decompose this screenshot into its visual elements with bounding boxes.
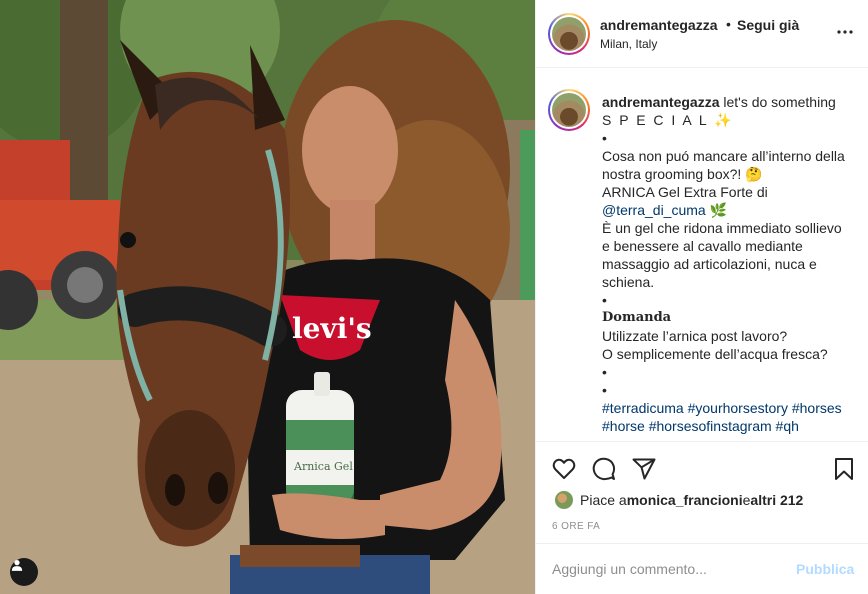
caption-line: S P E C I A L ✨ xyxy=(602,112,734,128)
hashtag-links[interactable]: #terradicuma #yourhorsestory #horses xyxy=(602,399,860,417)
caption-line: nostra grooming box?! 🤔 xyxy=(602,166,763,182)
like-button[interactable] xyxy=(551,456,577,482)
header-separator: • xyxy=(726,16,731,32)
post-timestamp[interactable]: 6 ORE FA xyxy=(552,521,600,532)
user-tag-icon xyxy=(11,560,23,571)
comment-button[interactable] xyxy=(591,456,617,482)
caption-text: andremantegazza let's do something S P E… xyxy=(602,93,860,435)
bottle-label-text: Arnica Gel xyxy=(293,460,353,473)
photo-illustration: levi's Arnica Gel xyxy=(0,0,535,594)
caption-line: • xyxy=(602,364,607,380)
caption-line: • xyxy=(602,292,607,308)
share-button[interactable] xyxy=(631,456,657,482)
user-tag-button[interactable] xyxy=(10,558,38,586)
caption-section: andremantegazza let's do something S P E… xyxy=(536,69,868,441)
caption-username[interactable]: andremantegazza xyxy=(602,94,719,110)
hashtag-links[interactable]: #horse #horsesofinstagram #qh xyxy=(602,417,860,435)
likes-summary: Piace a monica_francioni e altri 212 xyxy=(554,490,803,510)
caption-heading: Domanda xyxy=(602,310,672,325)
likes-middle: e xyxy=(742,492,751,508)
mention-link[interactable]: @terra_di_cuma 🌿 xyxy=(602,201,860,219)
send-icon xyxy=(632,458,656,480)
caption-line: • xyxy=(602,382,607,398)
likes-prefix: Piace a xyxy=(580,492,627,508)
caption-avatar[interactable] xyxy=(548,89,590,131)
caption-line: e benessere al cavallo mediante xyxy=(602,238,803,254)
caption-line: schiena. xyxy=(602,274,655,290)
publish-button[interactable]: Pubblica xyxy=(796,561,854,577)
shirt-logo-text: levi's xyxy=(292,312,372,345)
caption-line: ARNICA Gel Extra Forte di xyxy=(602,184,768,200)
comment-icon xyxy=(592,457,616,481)
comment-input[interactable] xyxy=(552,561,782,577)
comment-box: Pubblica xyxy=(536,543,868,594)
author-avatar[interactable] xyxy=(548,13,590,55)
post-sidebar: andremantegazza • Segui già Milan, Italy… xyxy=(535,0,868,594)
more-options-button[interactable] xyxy=(835,22,855,42)
heart-icon xyxy=(552,458,576,479)
caption-line-1: andremantegazza let's do something xyxy=(602,94,836,110)
action-bar: Piace a monica_francioni e altri 212 6 O… xyxy=(536,441,868,543)
location-link[interactable]: Milan, Italy xyxy=(600,37,657,51)
liker-avatar[interactable] xyxy=(554,490,574,510)
liker-username[interactable]: monica_francioni xyxy=(627,492,743,508)
caption-line: O semplicemente dell’acqua fresca? xyxy=(602,346,828,362)
post-header: andremantegazza • Segui già Milan, Italy xyxy=(536,0,868,68)
author-username[interactable]: andremantegazza xyxy=(600,17,717,33)
caption-line: • xyxy=(602,130,607,146)
caption-line: massaggio ad articolazioni, nuca e xyxy=(602,256,817,272)
follow-button[interactable]: Segui già xyxy=(737,17,799,33)
bookmark-icon xyxy=(835,458,853,480)
likes-others[interactable]: altri 212 xyxy=(750,492,803,508)
caption-line: È un gel che ridona immediato sollievo xyxy=(602,220,842,236)
save-button[interactable] xyxy=(831,456,857,482)
post-photo[interactable]: levi's Arnica Gel xyxy=(0,0,535,594)
caption-line: Cosa non puó mancare all’interno della xyxy=(602,148,845,164)
caption-line: Utilizzate l’arnica post lavoro? xyxy=(602,328,788,344)
more-horizontal-icon xyxy=(837,30,853,34)
